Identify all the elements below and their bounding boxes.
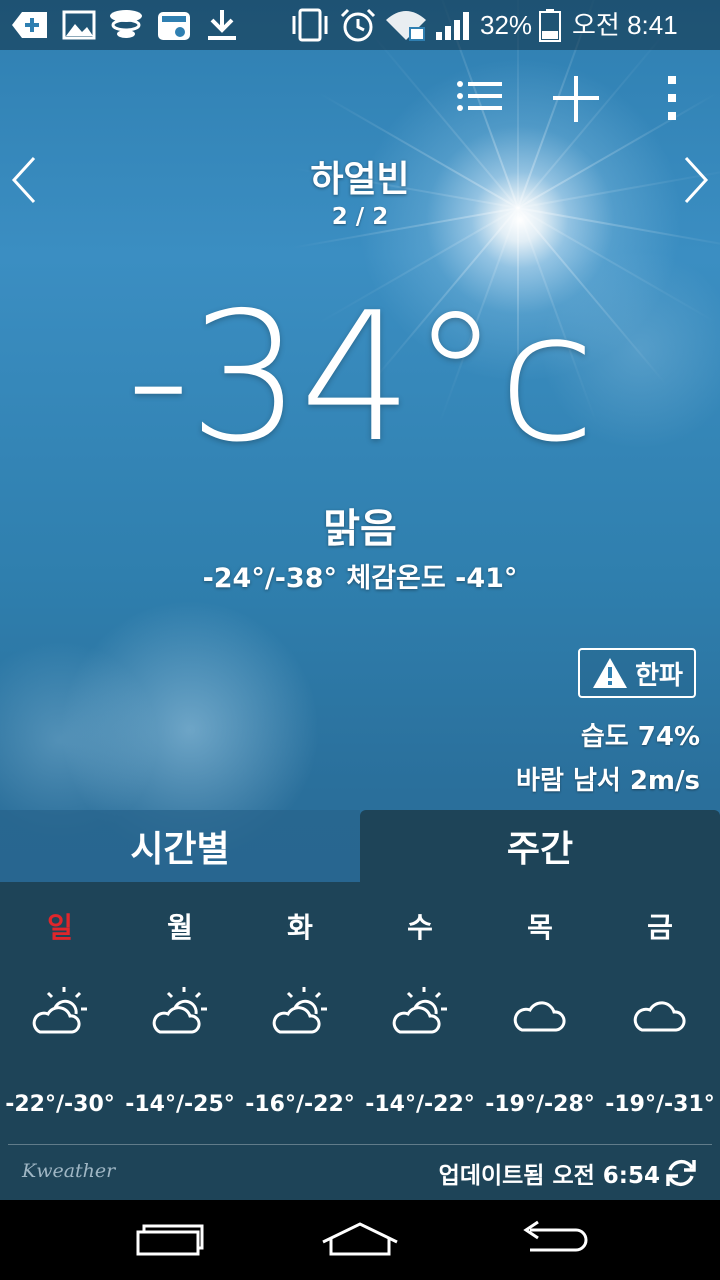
tab-weekly[interactable]: 주간 (360, 810, 720, 882)
weekly-forecast-panel: 일 -22°/-30° 월 -14°/-25° 화 -16°/-22° 수 -1… (0, 882, 720, 1200)
weather-app-icon (110, 10, 142, 38)
partly-cloudy-icon (32, 987, 87, 1034)
humidity-text: 습도 74% (580, 722, 700, 752)
cloud-icon (633, 1001, 686, 1032)
download-icon (208, 10, 236, 40)
divider (8, 1144, 712, 1145)
forecast-range: -14°/-22° (365, 1092, 475, 1117)
forecast-range: -14°/-25° (125, 1092, 235, 1117)
home-icon[interactable] (315, 1216, 405, 1266)
battery-percent: 32% (480, 10, 533, 40)
gallery-icon (62, 10, 96, 40)
forecast-day: 화 (287, 911, 313, 944)
battery-icon (539, 9, 561, 42)
forecast-range: -22°/-30° (5, 1092, 115, 1117)
status-bar: 32% 오전 8:41 (0, 0, 720, 50)
partly-cloudy-icon (392, 987, 447, 1034)
add-box-icon (12, 12, 47, 38)
forecast-range: -19°/-28° (485, 1092, 595, 1117)
warning-icon (593, 658, 628, 688)
cold-wave-alert-button[interactable]: 한파 (578, 648, 696, 698)
recent-apps-icon[interactable] (130, 1216, 220, 1266)
refresh-icon[interactable] (664, 1156, 698, 1190)
more-options-icon[interactable] (642, 70, 702, 130)
signal-icon (436, 12, 469, 40)
forecast-range: -19°/-31° (605, 1092, 715, 1117)
location-name: 하얼빈 (310, 159, 410, 200)
store-icon (158, 12, 190, 40)
forecast-day: 월 (167, 911, 193, 944)
partly-cloudy-icon (272, 987, 327, 1034)
add-location-icon[interactable] (546, 70, 606, 130)
alarm-icon (340, 8, 376, 42)
cloud-icon (513, 1001, 566, 1032)
wifi-lock-icon (386, 11, 426, 41)
back-icon[interactable] (510, 1216, 600, 1266)
forecast-day: 일 (47, 911, 73, 944)
vibrate-icon (292, 8, 328, 42)
clock: 오전 8:41 (572, 10, 678, 40)
provider-logo: Kweather (22, 1160, 116, 1182)
current-temperature: -34°c (126, 274, 596, 481)
forecast-day: 금 (647, 911, 673, 944)
minmax-feels-like: -24°/-38° 체감온도 -41° (202, 563, 518, 594)
last-updated-text: 업데이트됨 오전 6:54 (438, 1163, 660, 1189)
tab-hourly[interactable]: 시간별 (0, 810, 360, 882)
alert-label: 한파 (635, 660, 683, 691)
forecast-day: 목 (527, 911, 553, 944)
forecast-range: -16°/-22° (245, 1092, 355, 1117)
partly-cloudy-icon (152, 987, 207, 1034)
weather-condition: 맑음 (323, 506, 397, 552)
list-icon[interactable] (450, 70, 510, 130)
location-page-indicator: 2 / 2 (331, 204, 389, 230)
wind-text: 바람 남서 2m/s (516, 766, 700, 796)
weather-screen: 32% 오전 8:41 하얼빈 2 / 2 -34°c 맑음 -24°/-38°… (0, 0, 720, 1280)
forecast-day: 수 (407, 911, 433, 944)
navigation-bar (0, 1200, 720, 1280)
